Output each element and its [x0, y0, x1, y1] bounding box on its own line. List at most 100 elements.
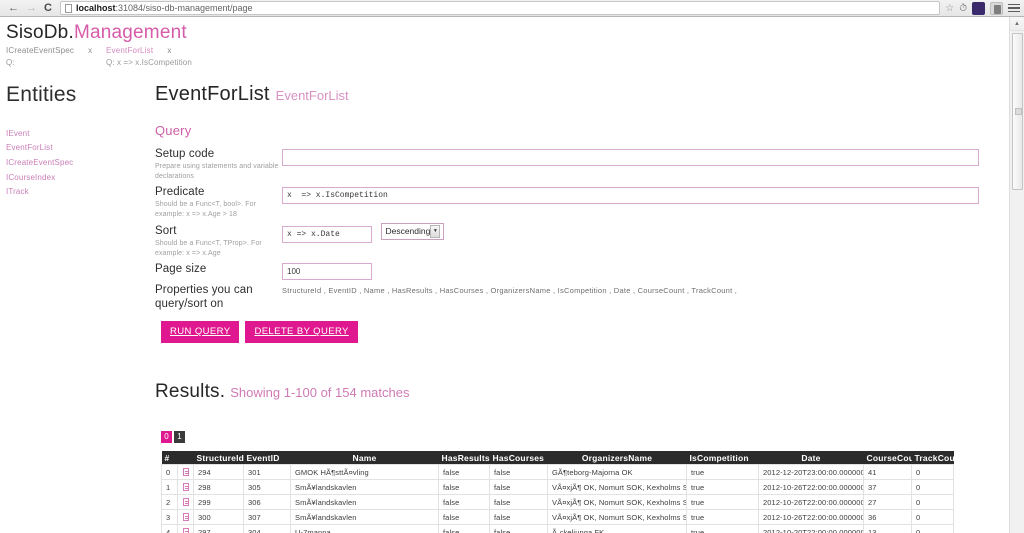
page-button-0[interactable]: 0	[161, 430, 172, 443]
column-header-date[interactable]: Date	[758, 450, 864, 465]
cell-name: SmÃ¥landskavlen	[290, 479, 439, 496]
reload-icon[interactable]: C	[44, 2, 52, 14]
cell-eventid: 306	[243, 494, 291, 511]
cell-hasresults: false	[438, 464, 490, 481]
sidebar-item-eventforlist[interactable]: EventForList	[6, 141, 155, 156]
results-title: Results.	[155, 380, 226, 402]
cell-iscompetition: true	[686, 524, 759, 533]
table-row[interactable]: 4 297 304 U-7manna false false Ã„ckeljunga FK t…	[161, 524, 954, 533]
notes-extension-icon[interactable]	[990, 1, 1003, 15]
field-setup-code: Setup code Prepare using statements and …	[155, 146, 1009, 182]
app-header: SisoDb.Management ICreateEventSpec x Q: …	[0, 17, 1009, 67]
close-icon[interactable]: x	[167, 46, 171, 55]
column-header-hasresults[interactable]: HasResults	[438, 450, 490, 465]
table-body: 0 294 301 GMOK HÃ¶sttÃ¤vling false false GÃ¶te…	[161, 464, 954, 533]
column-header-structureid[interactable]: StructureId	[193, 450, 244, 465]
sort-expression-input[interactable]	[282, 225, 372, 243]
document-icon[interactable]	[182, 482, 189, 491]
app-brand: SisoDb.Management	[6, 23, 1009, 43]
results-table-wrapper: # StructureId EventID Name HasResults Ha…	[155, 450, 1009, 533]
page-button-1[interactable]: 1	[174, 430, 185, 443]
column-header-iscompetition[interactable]: IsCompetition	[686, 450, 759, 465]
column-header-organizersname[interactable]: OrganizersName	[547, 450, 687, 465]
cell-date: 2012-10-26T22:00:00.0000000Z	[758, 494, 864, 511]
cell-date: 2012-10-26T22:00:00.0000000Z	[758, 509, 864, 526]
cell-hascourses: false	[489, 464, 548, 481]
table-row[interactable]: 2 299 306 SmÃ¥landskavlen false false VÃ¤xjÃ¶ …	[161, 494, 954, 511]
cell-organizersname: GÃ¶teborg-Majorna OK	[547, 464, 687, 481]
tab-icreateeventspec[interactable]: ICreateEventSpec x Q:	[6, 46, 106, 67]
predicate-input[interactable]	[282, 187, 979, 205]
back-icon[interactable]: ←	[8, 2, 19, 14]
tab-eventforlist[interactable]: EventForList x Q: x => x.IsCompetition	[106, 46, 206, 67]
tab-label: EventForList	[106, 45, 154, 55]
column-header-hascourses[interactable]: HasCourses	[489, 450, 548, 465]
scrollbar-thumb[interactable]	[1012, 33, 1023, 190]
row-document-icon[interactable]	[177, 509, 194, 526]
column-header-name[interactable]: Name	[290, 450, 439, 465]
page-size-input[interactable]	[282, 262, 372, 280]
results-table: # StructureId EventID Name HasResults Ha…	[161, 450, 954, 533]
setup-code-label: Setup code	[155, 147, 215, 160]
sidebar-title: Entities	[6, 82, 77, 106]
sidebar-item-icreateeventspec[interactable]: ICreateEventSpec	[6, 156, 155, 171]
setup-code-hint: Prepare using statements and variable de…	[155, 162, 279, 181]
sort-hint: Should be a Func<T, TProp>. For example:…	[155, 239, 262, 257]
cell-hascourses: false	[489, 524, 548, 533]
setup-code-input[interactable]	[282, 148, 979, 166]
properties-list: StructureId , EventID , Name , HasResult…	[282, 285, 738, 295]
cell-hasresults: false	[438, 524, 490, 533]
row-document-icon[interactable]	[177, 464, 194, 481]
table-row[interactable]: 1 298 305 SmÃ¥landskavlen false false VÃ¤xjÃ¶ …	[161, 479, 954, 496]
table-row[interactable]: 0 294 301 GMOK HÃ¶sttÃ¤vling false false GÃ¶te…	[161, 464, 954, 481]
browser-viewport: SisoDb.Management ICreateEventSpec x Q: …	[0, 17, 1024, 533]
column-header-icon	[177, 450, 194, 465]
column-header-trackcount[interactable]: TrackCount	[911, 450, 954, 465]
sidebar-item-itrack[interactable]: ITrack	[6, 185, 155, 200]
cell-trackcount: 0	[911, 479, 954, 496]
row-document-icon[interactable]	[177, 479, 194, 496]
page-content: SisoDb.Management ICreateEventSpec x Q: …	[0, 17, 1009, 533]
cell-hascourses: false	[489, 494, 548, 511]
timer-icon[interactable]: ⏱	[959, 3, 967, 14]
cell-coursecount: 41	[863, 464, 912, 481]
sort-direction-select[interactable]: Descending ▼	[381, 222, 445, 240]
run-query-button[interactable]: RUN QUERY	[161, 320, 240, 343]
column-header-coursecount[interactable]: CourseCount	[863, 450, 912, 465]
chevron-down-icon[interactable]: ▼	[430, 224, 441, 238]
row-index: 0	[161, 464, 178, 481]
row-document-icon[interactable]	[177, 524, 194, 533]
document-icon[interactable]	[182, 467, 189, 476]
delete-by-query-button[interactable]: DELETE BY QUERY	[245, 320, 358, 343]
evernote-extension-icon[interactable]	[972, 1, 985, 15]
document-icon[interactable]	[182, 512, 189, 521]
content-area: EventForList EventForList Query Setup co…	[155, 83, 1009, 533]
row-document-icon[interactable]	[177, 494, 194, 511]
cell-date: 2012-10-26T22:00:00.0000000Z	[758, 479, 864, 496]
cell-coursecount: 37	[863, 479, 912, 496]
close-icon[interactable]: x	[88, 46, 92, 55]
bookmark-star-icon[interactable]: ☆	[945, 3, 954, 14]
document-icon[interactable]	[182, 497, 189, 506]
cell-eventid: 301	[243, 464, 291, 481]
cell-structureid: 297	[193, 524, 244, 533]
column-header-index[interactable]: #	[161, 450, 178, 465]
main-layout: Entities IEvent EventForList ICreateEven…	[0, 83, 1009, 533]
column-header-eventid[interactable]: EventID	[243, 450, 291, 465]
scroll-up-icon[interactable]: ▲	[1010, 17, 1024, 31]
page-size-label: Page size	[155, 262, 207, 275]
vertical-scrollbar[interactable]: ▲	[1009, 17, 1024, 533]
table-row[interactable]: 3 300 307 SmÃ¥landskavlen false false VÃ¤xjÃ¶ …	[161, 509, 954, 526]
sidebar-item-ievent[interactable]: IEvent	[6, 127, 155, 142]
field-properties: Properties you can query/sort on Structu…	[155, 282, 1009, 311]
query-actions: RUN QUERY DELETE BY QUERY	[155, 320, 1009, 343]
cell-iscompetition: true	[686, 509, 759, 526]
cell-iscompetition: true	[686, 464, 759, 481]
address-bar[interactable]: localhost:31084/siso-db-management/page	[59, 1, 941, 15]
sidebar-item-icourseindex[interactable]: ICourseIndex	[6, 171, 155, 186]
menu-icon[interactable]	[1008, 3, 1020, 13]
pagination: 0 1	[155, 430, 1009, 443]
forward-icon[interactable]: →	[26, 2, 37, 14]
document-icon[interactable]	[182, 527, 189, 533]
cell-trackcount: 0	[911, 464, 954, 481]
